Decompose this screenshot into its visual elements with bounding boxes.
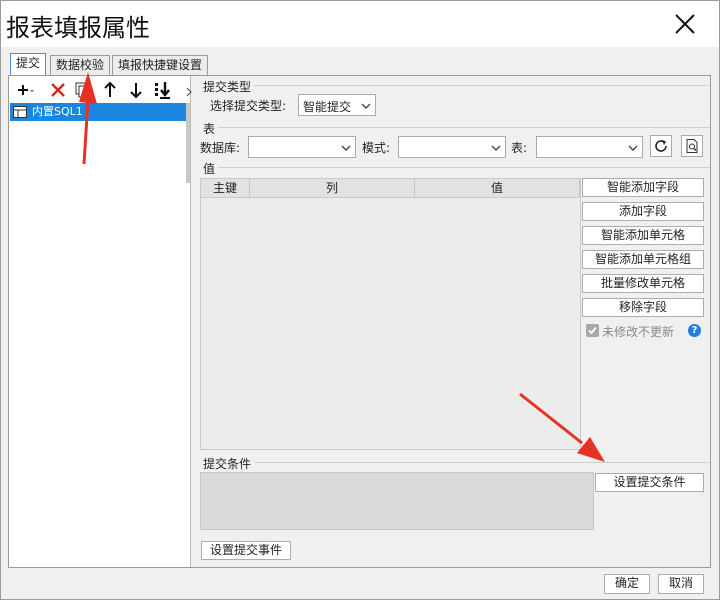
annotation-arrow <box>519 392 605 462</box>
annotation-overlay <box>79 72 605 462</box>
annotation-arrow <box>79 72 97 165</box>
